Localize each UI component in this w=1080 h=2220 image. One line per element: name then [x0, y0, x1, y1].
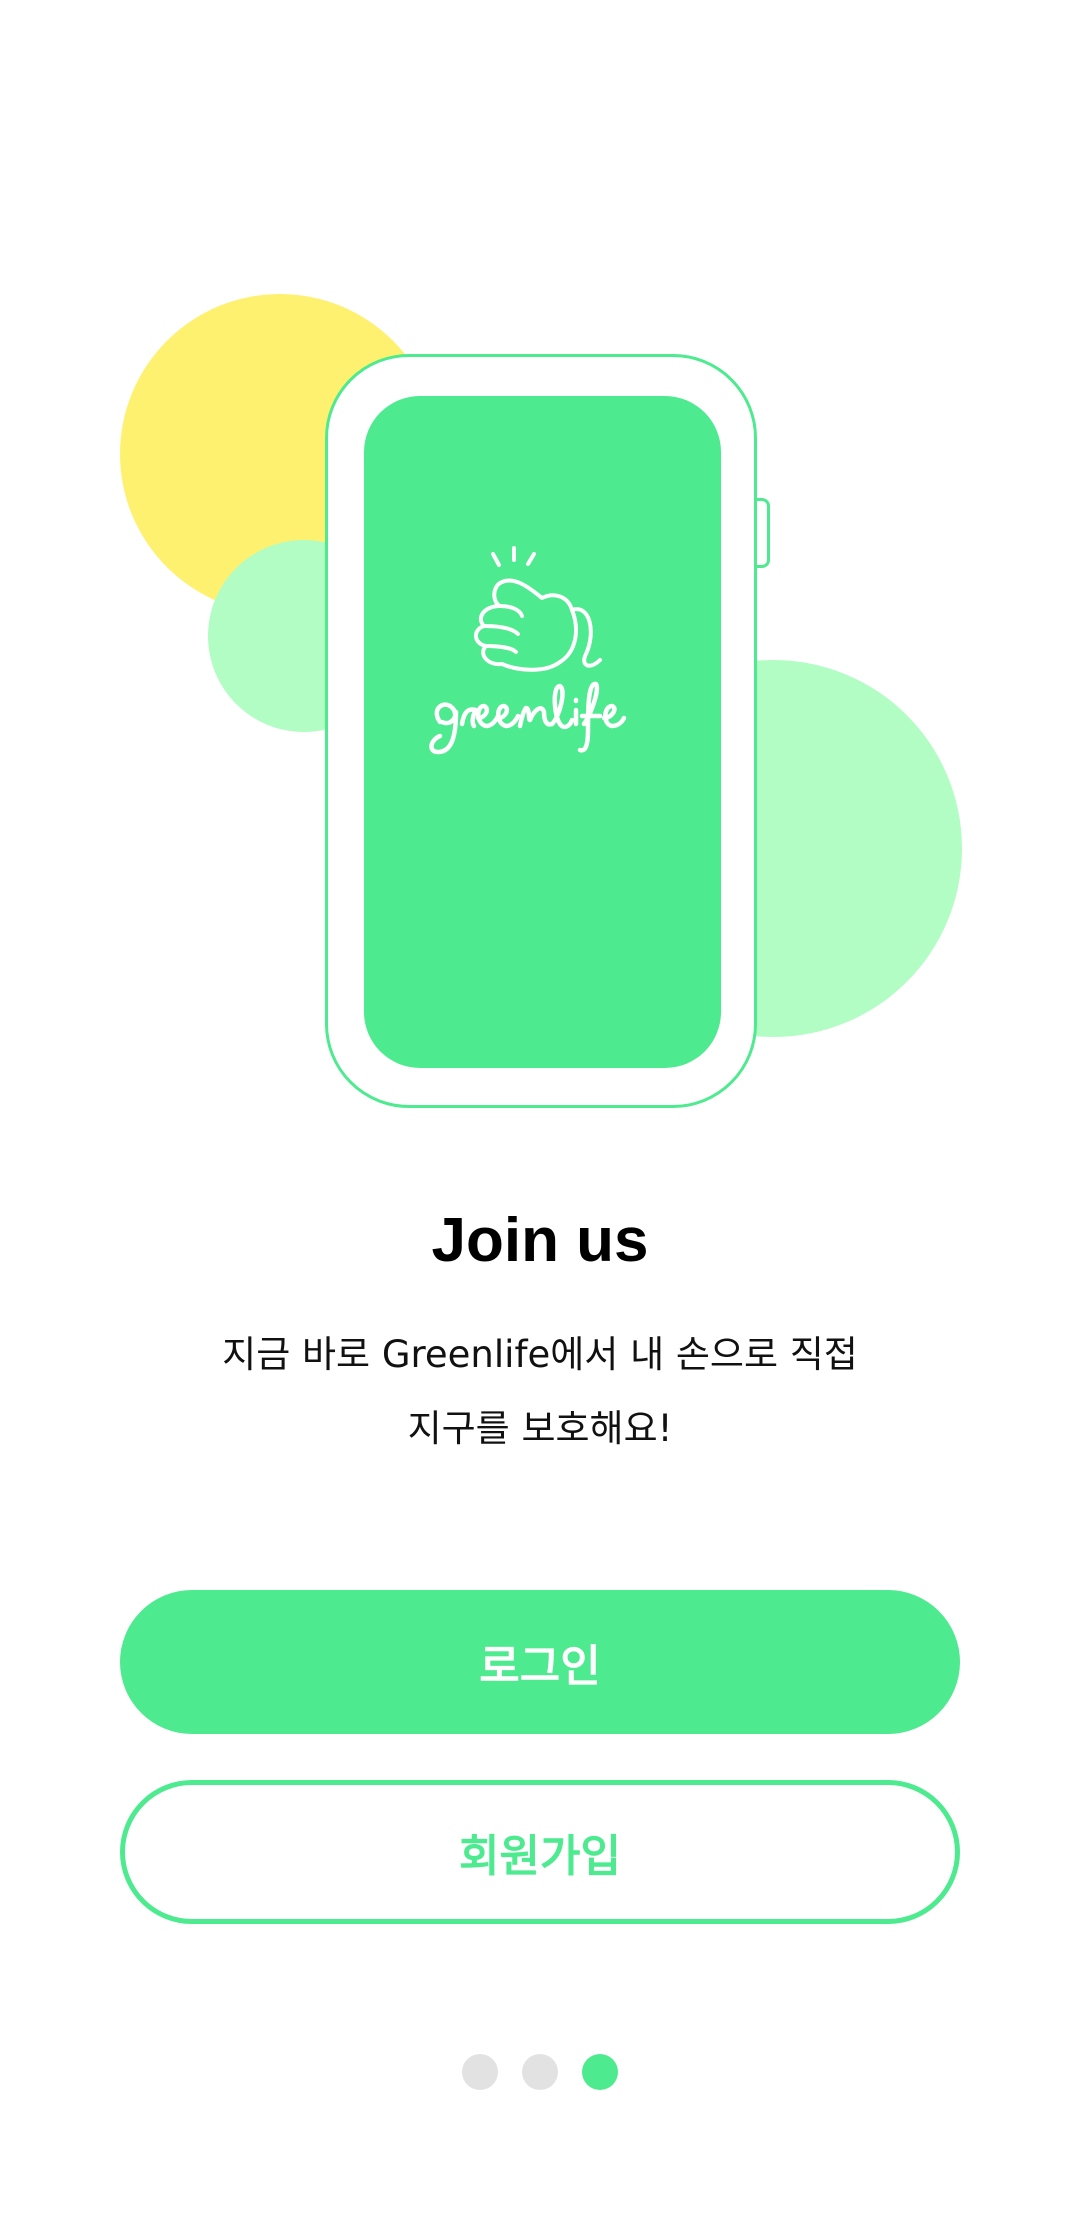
spark-line-left — [491, 552, 501, 567]
page-indicator — [0, 2054, 1080, 2090]
description-line-2: 지구를 보호해요! — [407, 1407, 673, 1450]
page-dot-3-active[interactable] — [582, 2054, 618, 2090]
greenlife-logo — [429, 546, 627, 755]
greenlife-wordmark — [429, 681, 627, 755]
phone-side-button — [756, 498, 770, 568]
thumbs-up-icon — [474, 578, 602, 672]
page-dot-1[interactable] — [462, 2054, 498, 2090]
onboarding-title: Join us — [431, 1206, 649, 1275]
login-button[interactable]: 로그인 — [120, 1590, 960, 1734]
page-dot-2[interactable] — [522, 2054, 558, 2090]
onboarding-illustration — [0, 0, 1080, 1140]
description-line-1: 지금 바로 Greenlife에서 내 손으로 직접 — [222, 1333, 858, 1376]
onboarding-description: 지금 바로 Greenlife에서 내 손으로 직접 지구를 보호해요! — [150, 1318, 930, 1466]
spark-line-right — [526, 552, 536, 566]
signup-button[interactable]: 회원가입 — [120, 1780, 960, 1924]
